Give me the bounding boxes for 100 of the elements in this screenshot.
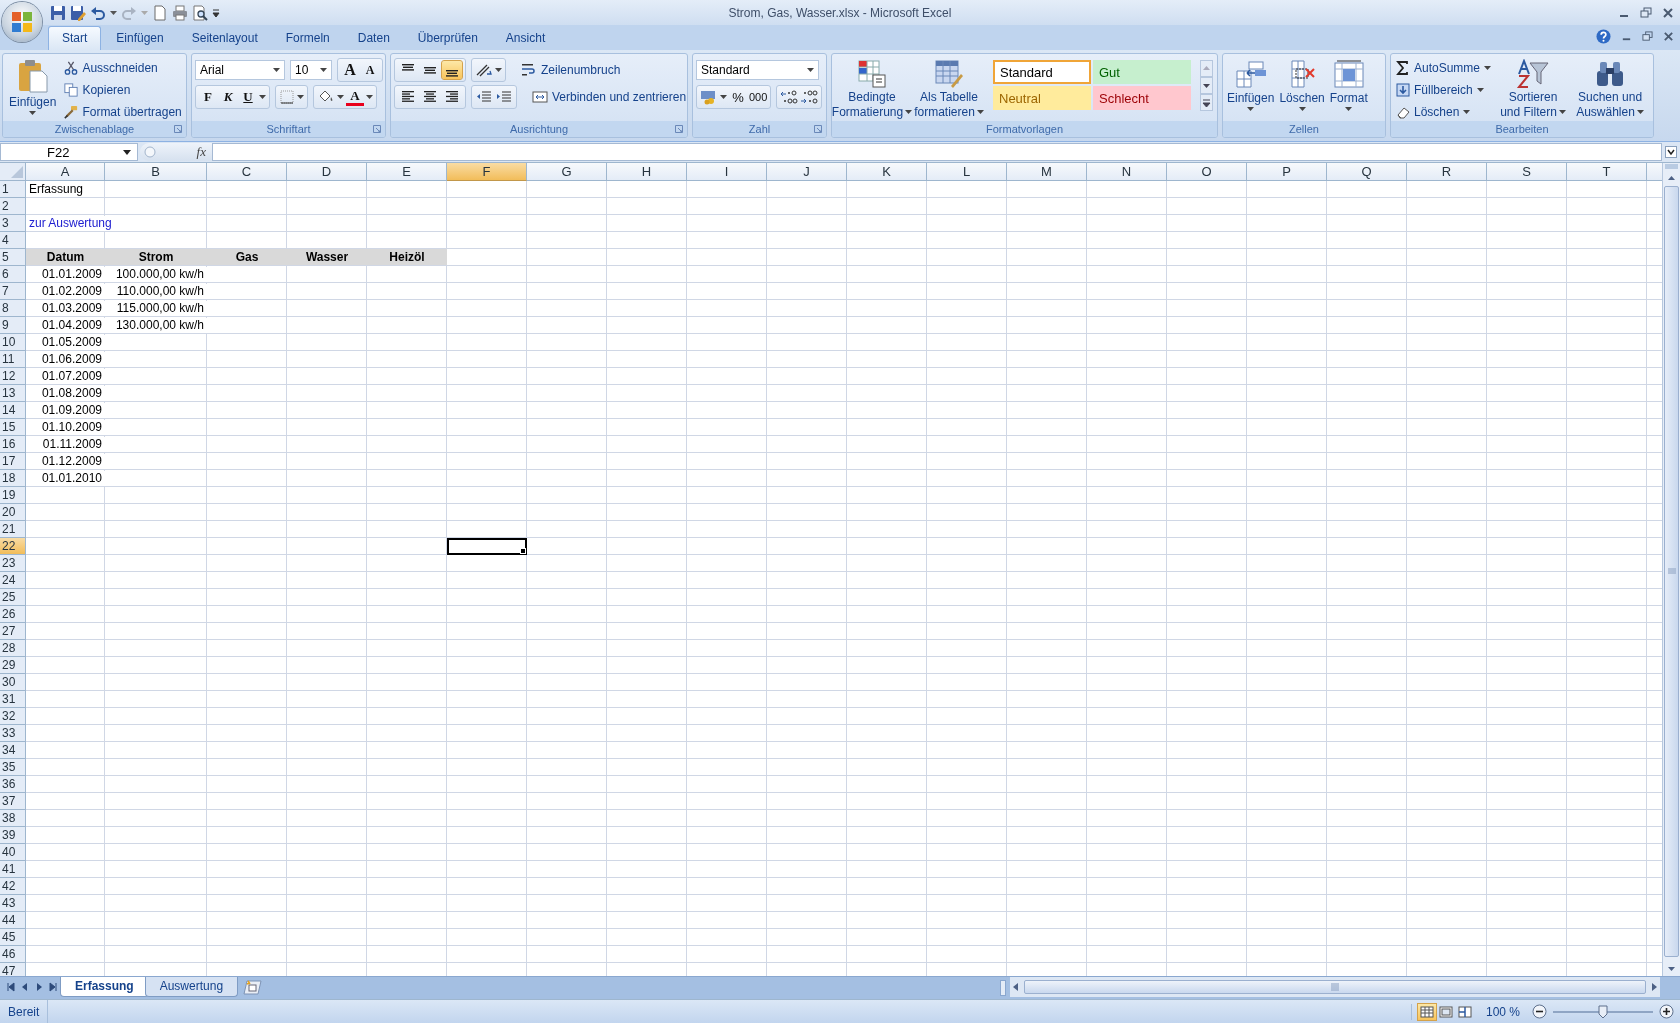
number-format-field[interactable]: Standard [696,60,819,80]
ribbon-tab[interactable]: Überprüfen [404,27,491,50]
column-header[interactable]: L [927,163,1007,181]
ribbon-tab[interactable]: Ansicht [492,27,559,50]
italic-button[interactable]: K [219,87,237,107]
grow-font-button[interactable]: A [341,60,359,80]
column-header[interactable]: N [1087,163,1167,181]
row-header[interactable]: 32 [0,708,26,725]
row-header[interactable]: 45 [0,929,26,946]
format-as-table-button[interactable]: Als Tabelle formatieren [912,57,986,121]
row-header[interactable]: 44 [0,912,26,929]
row-header[interactable]: 13 [0,385,26,402]
column-header[interactable]: D [287,163,367,181]
row-header[interactable]: 16 [0,436,26,453]
row-header[interactable]: 27 [0,623,26,640]
column-header[interactable]: O [1167,163,1247,181]
row-header[interactable]: 18 [0,470,26,487]
cell-style-option[interactable]: Gut [1093,60,1191,84]
row-header[interactable]: 47 [0,963,26,976]
merge-center-button[interactable]: Verbinden und zentrieren [530,88,687,106]
row-header[interactable]: 37 [0,793,26,810]
row-header[interactable]: 33 [0,725,26,742]
row-header[interactable]: 5 [0,249,26,266]
ribbon-tab[interactable]: Start [48,26,102,50]
row-header[interactable]: 3 [0,215,26,232]
row-header[interactable]: 8 [0,300,26,317]
row-header[interactable]: 6 [0,266,26,283]
row-header[interactable]: 7 [0,283,26,300]
percent-button[interactable]: % [729,87,747,107]
shrink-font-button[interactable]: A [361,60,379,80]
ribbon-tab[interactable]: Formeln [272,27,343,50]
ribbon-button[interactable]: Ausschneiden [62,59,184,77]
column-header[interactable]: G [527,163,607,181]
row-header[interactable]: 23 [0,555,26,572]
row-header[interactable]: 26 [0,606,26,623]
thousands-separator-button[interactable]: 000 [749,87,768,107]
row-header[interactable]: 40 [0,844,26,861]
row-header[interactable]: 25 [0,589,26,606]
font-name-field[interactable]: Arial [195,60,285,80]
row-header[interactable]: 21 [0,521,26,538]
column-header[interactable]: B [105,163,207,181]
ribbon-button[interactable]: Einfügen [1226,57,1276,114]
font-size-field[interactable]: 10 [290,60,332,80]
row-header[interactable]: 35 [0,759,26,776]
row-header[interactable]: 30 [0,674,26,691]
row-header[interactable]: 10 [0,334,26,351]
ribbon-button[interactable]: Format [1328,57,1369,114]
name-box[interactable]: F22 [0,143,138,161]
row-header[interactable]: 28 [0,640,26,657]
column-header[interactable]: A [26,163,105,181]
ribbon-button[interactable]: Füllbereich [1394,81,1494,99]
row-header[interactable]: 9 [0,317,26,334]
row-header[interactable]: 19 [0,487,26,504]
row-header[interactable]: 38 [0,810,26,827]
column-header[interactable]: R [1407,163,1487,181]
ribbon-button[interactable]: Sortieren und Filtern [1496,57,1571,121]
cell-style-option[interactable]: Schlecht [1093,86,1191,110]
ribbon-button[interactable]: AutoSumme [1394,59,1494,77]
column-header[interactable]: H [607,163,687,181]
row-header[interactable]: 36 [0,776,26,793]
row-header[interactable]: 17 [0,453,26,470]
cell-style-option[interactable]: Neutral [993,86,1091,110]
column-header[interactable]: T [1567,163,1647,181]
column-header[interactable]: C [207,163,287,181]
row-header[interactable]: 24 [0,572,26,589]
row-header[interactable]: 41 [0,861,26,878]
ribbon-button[interactable]: Format übertragen [62,103,184,121]
column-header[interactable]: I [687,163,767,181]
underline-button[interactable]: U [239,87,257,107]
cell-style-option[interactable]: Standard [993,60,1091,84]
row-header[interactable]: 11 [0,351,26,368]
ribbon-button[interactable]: Suchen und Auswählen [1573,57,1648,121]
column-header[interactable]: J [767,163,847,181]
row-header[interactable]: 22 [0,538,26,555]
column-header[interactable]: K [847,163,927,181]
insert-function-button[interactable]: fx [196,144,206,160]
row-header[interactable]: 31 [0,691,26,708]
ribbon-button[interactable]: Kopieren [62,81,184,99]
wrap-text-button[interactable]: Zeilenumbruch [519,61,623,79]
row-header[interactable]: 2 [0,198,26,215]
row-header[interactable]: 4 [0,232,26,249]
column-header[interactable]: S [1487,163,1567,181]
ribbon-tab[interactable]: Seitenlayout [178,27,271,50]
row-header[interactable]: 42 [0,878,26,895]
column-header[interactable]: E [367,163,447,181]
row-header[interactable]: 39 [0,827,26,844]
paste-button[interactable]: Einfügen [6,57,60,118]
bold-button[interactable]: F [199,87,217,107]
ribbon-button[interactable]: Löschen [1278,57,1326,114]
column-header[interactable]: P [1247,163,1327,181]
ribbon-button[interactable]: Löschen [1394,103,1494,121]
row-header[interactable]: 34 [0,742,26,759]
row-header[interactable]: 20 [0,504,26,521]
row-header[interactable]: 29 [0,657,26,674]
row-header[interactable]: 15 [0,419,26,436]
zoom-level[interactable]: 100 % [1479,1004,1526,1019]
row-header[interactable]: 43 [0,895,26,912]
column-header[interactable]: Q [1327,163,1407,181]
ribbon-tab[interactable]: Daten [344,27,403,50]
row-header[interactable]: 12 [0,368,26,385]
